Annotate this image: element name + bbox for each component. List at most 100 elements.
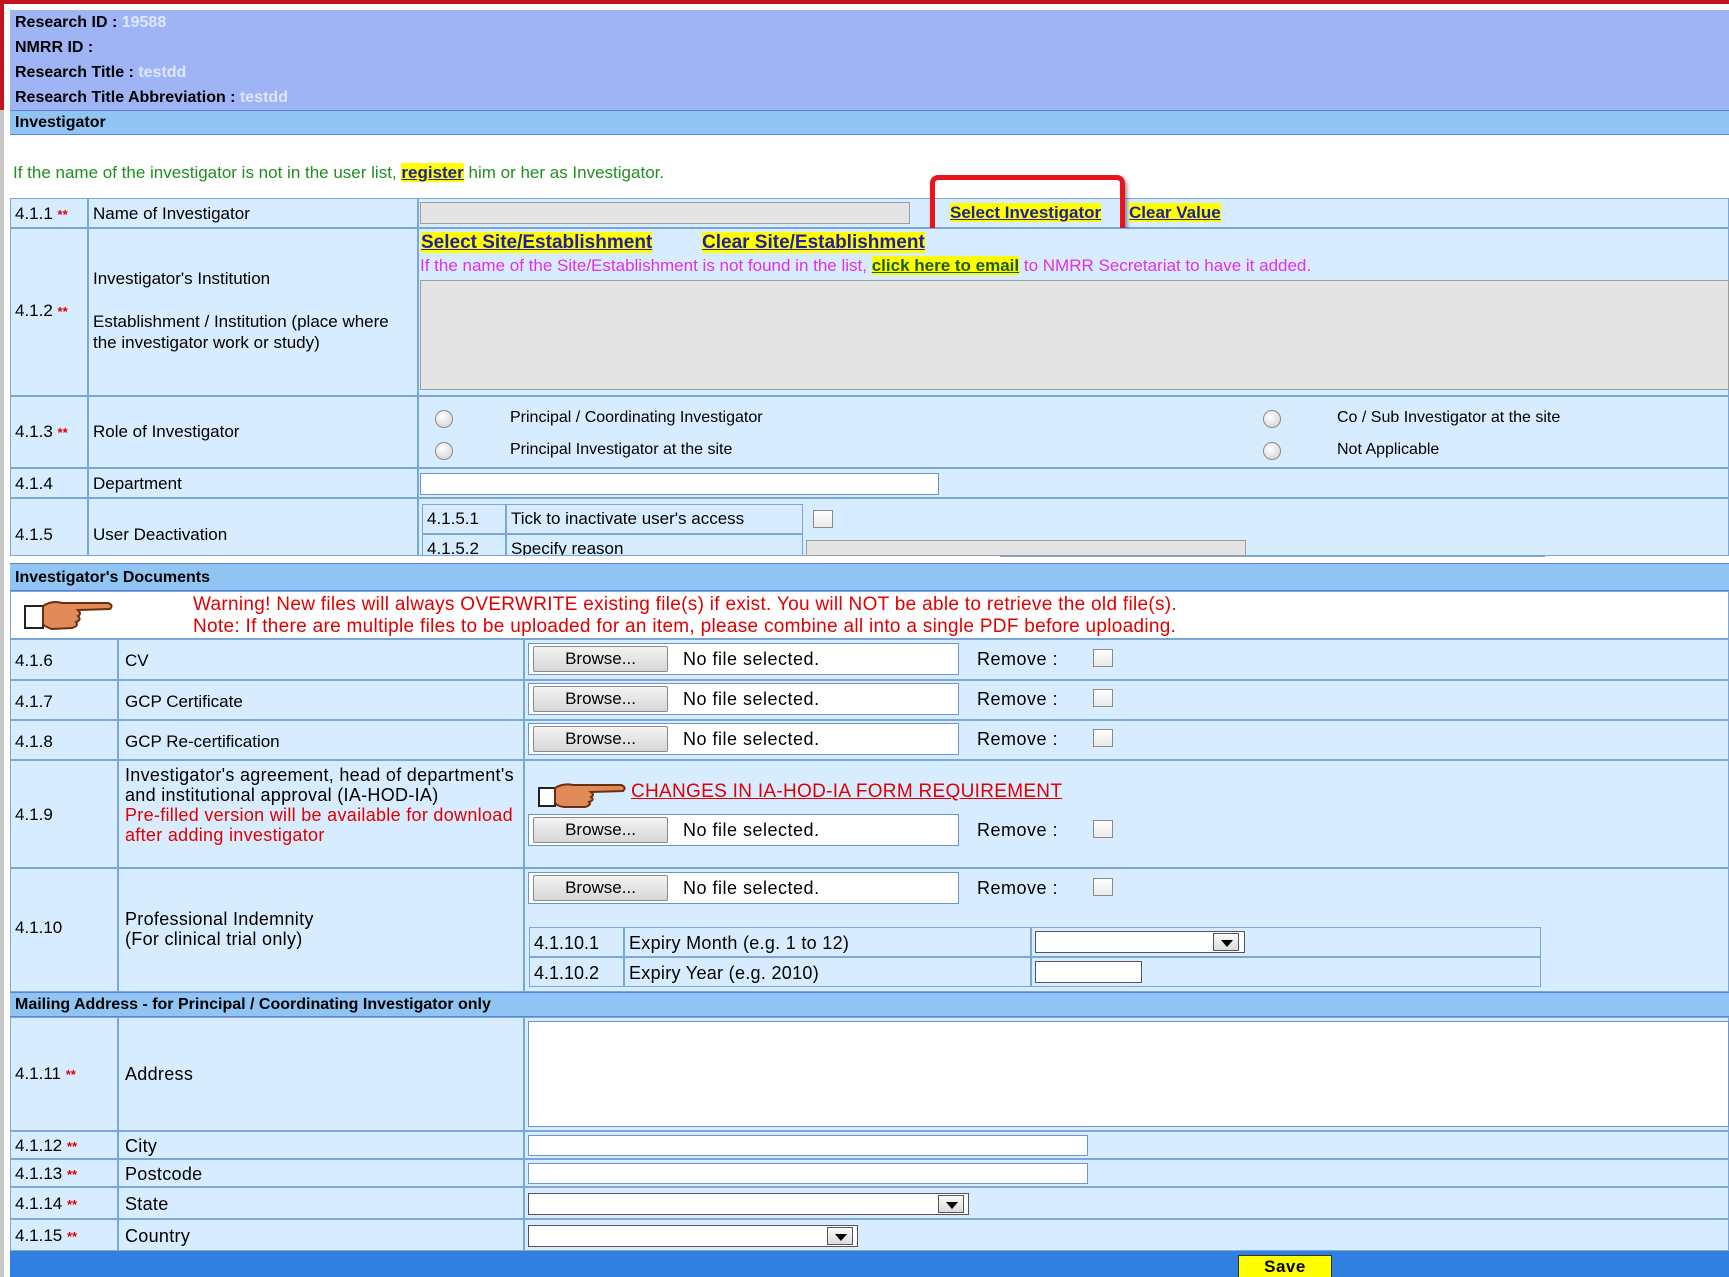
field-num-text: 4.1.10.2 [534, 963, 600, 983]
state-select[interactable] [528, 1193, 969, 1215]
department-input[interactable] [420, 473, 939, 495]
cv-remove-checkbox[interactable] [1093, 649, 1113, 667]
field-label-text: Department [93, 474, 182, 493]
role-radio-principal-coordinating[interactable] [435, 410, 453, 428]
cv-remove-label: Remove : [977, 649, 1059, 669]
field-label-gcp-certificate: GCP Certificate [118, 680, 524, 720]
required-mark: ** [57, 207, 68, 222]
field-num-text: 4.1.8 [15, 732, 53, 751]
field-num-text: 4.1.14 [15, 1194, 63, 1213]
ia-hod-ia-file-status: No file selected. [683, 820, 820, 840]
field-label-text: GCP Re-certification [125, 732, 280, 751]
field-num-text: 4.1.7 [15, 692, 53, 711]
ia-hod-ia-remove-checkbox[interactable] [1093, 820, 1113, 838]
ia-hod-ia-remove-label: Remove : [977, 820, 1059, 840]
field-label-institution: Investigator's Institution Establishment… [88, 228, 418, 396]
city-input[interactable] [528, 1135, 1088, 1156]
expiry-year-input[interactable] [1035, 961, 1142, 983]
gcp-recert-browse-button[interactable]: Browse... [533, 726, 668, 752]
select-site-link[interactable]: Select Site/Establishment [421, 232, 653, 253]
indemnity-browse-button[interactable]: Browse... [533, 875, 668, 901]
field-label-text: Address [125, 1064, 194, 1084]
gcp-remove-checkbox[interactable] [1093, 689, 1113, 707]
field-num-text: 4.1.2 [15, 301, 53, 320]
pointing-hand-icon [22, 594, 116, 636]
field-num-text: 4.1.1 [15, 204, 53, 223]
warning-text: Warning! New files will always OVERWRITE… [193, 594, 1178, 615]
research-title-value: testdd [138, 64, 187, 81]
research-id-row: Research ID : 19588 [10, 10, 1729, 36]
required-mark: ** [67, 1139, 78, 1154]
field-label-name-of-investigator: Name of Investigator [88, 198, 418, 228]
chevron-down-icon[interactable] [938, 1195, 964, 1213]
indemnity-file-status: No file selected. [683, 878, 820, 898]
role-radio-co-sub[interactable] [1263, 410, 1281, 428]
field-num-text: 4.1.6 [15, 651, 53, 670]
select-investigator-link[interactable]: Select Investigator [950, 203, 1102, 222]
research-id-value: 19588 [121, 14, 167, 31]
postcode-input[interactable] [528, 1163, 1088, 1184]
field-num-4-1-12: 4.1.12 ** [10, 1131, 118, 1159]
register-link[interactable]: register [401, 163, 464, 182]
field-label-ia-hod-ia: Investigator's agreement, head of depart… [118, 760, 524, 868]
field-num-text: 4.1.4 [15, 474, 53, 493]
field-label-address: Address [118, 1017, 524, 1131]
gcp-remove-label: Remove : [977, 689, 1059, 709]
gcp-browse-button[interactable]: Browse... [533, 686, 668, 712]
field-num-text: 4.1.5.2 [427, 539, 479, 556]
window-border-left-gray [0, 110, 4, 1277]
required-mark: ** [57, 304, 68, 319]
field-num-4-1-7: 4.1.7 [10, 680, 118, 720]
required-mark: ** [57, 425, 68, 440]
clear-value-link[interactable]: Clear Value [1129, 203, 1221, 222]
gcp-recert-remove-checkbox[interactable] [1093, 729, 1113, 747]
field-label-text: CV [125, 651, 149, 670]
clear-site-wrap: Clear Site/Establishment [702, 232, 925, 254]
investigator-section-title: Investigator [15, 114, 106, 131]
reason-input[interactable] [806, 540, 1246, 556]
field-num-text: 4.1.5.1 [427, 509, 479, 528]
inactivate-checkbox[interactable] [813, 510, 833, 528]
role-radio-principal-site[interactable] [435, 442, 453, 460]
indemnity-remove-label: Remove : [977, 878, 1059, 898]
field-num-4-1-13: 4.1.13 ** [10, 1159, 118, 1187]
chevron-down-icon[interactable] [827, 1227, 853, 1245]
role-option-label: Not Applicable [1337, 441, 1440, 458]
field-num-text: 4.1.12 [15, 1136, 63, 1155]
field-num-4-1-15: 4.1.15 ** [10, 1219, 118, 1251]
field-label-text: Postcode [125, 1164, 203, 1184]
field-label-gcp-recert: GCP Re-certification [118, 720, 524, 760]
clear-site-link[interactable]: Clear Site/Establishment [702, 232, 925, 253]
indemnity-sublabel: (For clinical trial only) [125, 929, 303, 949]
role-option-label: Co / Sub Investigator at the site [1337, 409, 1561, 426]
ia-hod-ia-label: Investigator's agreement, head of depart… [125, 765, 514, 805]
mailing-section-header: Mailing Address - for Principal / Coordi… [10, 992, 1729, 1017]
cv-browse-button[interactable]: Browse... [533, 646, 668, 672]
save-button[interactable]: Save [1238, 1255, 1332, 1277]
field-num-4-1-10: 4.1.10 [10, 868, 118, 992]
field-num-text: 4.1.13 [15, 1164, 63, 1183]
field-num-4-1-4: 4.1.4 [10, 468, 88, 498]
changes-ia-hod-ia-link[interactable]: CHANGES IN IA-HOD-IA FORM REQUIREMENT [631, 781, 1062, 803]
institution-textarea[interactable] [420, 280, 1729, 390]
investigator-name-input[interactable] [420, 202, 910, 224]
indemnity-remove-checkbox[interactable] [1093, 878, 1113, 896]
field-num-text: 4.1.10.1 [534, 933, 600, 953]
research-id-label: Research ID : [15, 14, 118, 31]
field-label-expiry-month: Expiry Month (e.g. 1 to 12) [624, 927, 1031, 957]
chevron-down-icon[interactable] [1213, 933, 1239, 951]
ia-hod-ia-browse-button[interactable]: Browse... [533, 817, 668, 843]
field-label-role: Role of Investigator [88, 396, 418, 468]
field-label-text: Tick to inactivate user's access [511, 509, 745, 528]
site-note: If the name of the Site/Establishment is… [420, 256, 1311, 276]
research-title-row: Research Title : testdd [10, 60, 1729, 86]
field-label-text: GCP Certificate [125, 692, 243, 711]
role-radio-not-applicable[interactable] [1263, 442, 1281, 460]
address-textarea[interactable] [528, 1021, 1729, 1127]
establishment-label: Establishment / Institution (place where… [93, 312, 389, 352]
country-select[interactable] [528, 1225, 858, 1247]
field-num-4-1-5-2: 4.1.5.2 [422, 534, 506, 556]
field-num-4-1-11: 4.1.11 ** [10, 1017, 118, 1131]
register-note: If the name of the investigator is not i… [13, 163, 664, 183]
email-secretariat-link[interactable]: click here to email [871, 256, 1020, 275]
